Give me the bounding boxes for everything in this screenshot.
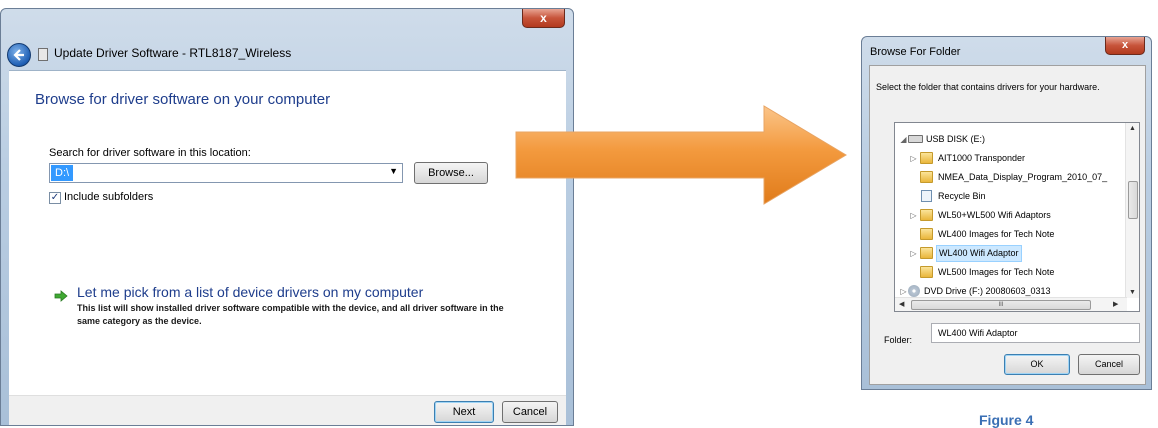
- tree-item-label: WL500 Images for Tech Note: [938, 267, 1055, 277]
- scroll-down-icon[interactable]: ▼: [1129, 289, 1136, 296]
- folder-field[interactable]: WL400 Wifi Adaptor: [931, 323, 1140, 343]
- usb-drive-icon: [908, 135, 923, 143]
- scrollbar-thumb[interactable]: III: [911, 300, 1091, 310]
- expander-icon[interactable]: ▷: [909, 206, 918, 225]
- tree-item-label: AIT1000 Transponder: [938, 153, 1026, 163]
- tree-item-label: NMEA_Data_Display_Program_2010_07_: [938, 172, 1108, 182]
- scroll-right-icon[interactable]: ▶: [1113, 300, 1118, 308]
- folder-icon: [920, 228, 933, 240]
- tree-item-label: WL400 Wifi Adaptor: [936, 245, 1022, 262]
- close-button[interactable]: x: [522, 9, 565, 28]
- cancel-button[interactable]: Cancel: [1078, 354, 1140, 375]
- path-value: D:\: [51, 165, 74, 181]
- search-location-label: Search for driver software in this locat…: [49, 147, 251, 159]
- folder-icon: [920, 171, 933, 183]
- vertical-scrollbar[interactable]: ▲ ▼: [1125, 123, 1139, 298]
- recycle-bin-icon: [921, 190, 932, 202]
- scrollbar-thumb[interactable]: [1128, 181, 1138, 219]
- horizontal-scrollbar[interactable]: ◀ III ▶: [895, 297, 1127, 311]
- folder-icon: [920, 266, 933, 278]
- pick-from-list-description: This list will show installed driver sof…: [77, 303, 504, 326]
- next-button[interactable]: Next: [434, 401, 494, 423]
- back-arrow-icon: [13, 49, 24, 61]
- ok-button[interactable]: OK: [1004, 354, 1070, 375]
- button-bar: Next Cancel: [9, 395, 566, 425]
- folder-tree[interactable]: ◢ USB DISK (E:) ▷ AIT1000 Transponder NM…: [894, 122, 1140, 312]
- dialog-body: Select the folder that contains drivers …: [869, 65, 1146, 385]
- green-arrow-icon: [54, 290, 68, 302]
- content-pane: Browse for driver software on your compu…: [9, 70, 566, 395]
- folder-icon: [920, 209, 933, 221]
- tree-item-label: Recycle Bin: [938, 191, 986, 201]
- dvd-drive-icon: [908, 285, 920, 297]
- dropdown-arrow-icon[interactable]: ▼: [389, 166, 398, 176]
- orange-arrow-icon: [515, 105, 847, 205]
- tree-item-label: WL50+WL500 Wifi Adaptors: [938, 210, 1051, 220]
- window-title: Browse For Folder: [870, 46, 961, 58]
- expander-icon[interactable]: ▷: [909, 149, 918, 168]
- instruction-text: Select the folder that contains drivers …: [876, 82, 1100, 92]
- tree-item-label: WL400 Images for Tech Note: [938, 229, 1055, 239]
- figure-caption: Figure 4: [979, 412, 1034, 428]
- update-driver-window: x Update Driver Software - RTL8187_Wirel…: [0, 8, 574, 426]
- expander-icon[interactable]: ▷: [909, 244, 918, 263]
- cancel-button[interactable]: Cancel: [502, 401, 558, 423]
- browse-button[interactable]: Browse...: [414, 162, 488, 184]
- folder-icon: [920, 152, 933, 164]
- scroll-up-icon[interactable]: ▲: [1129, 125, 1136, 132]
- include-subfolders-label: Include subfolders: [64, 191, 154, 203]
- page-heading: Browse for driver software on your compu…: [35, 91, 331, 108]
- device-icon: [38, 48, 48, 61]
- search-location-combobox[interactable]: D:\ ▼: [49, 163, 403, 183]
- browse-for-folder-window: Browse For Folder x Select the folder th…: [861, 36, 1152, 390]
- window-title: Update Driver Software - RTL8187_Wireles…: [54, 46, 292, 60]
- back-button[interactable]: [7, 43, 31, 67]
- folder-label: Folder:: [884, 335, 913, 345]
- include-subfolders-checkbox[interactable]: ✓: [49, 192, 61, 204]
- folder-icon: [920, 247, 933, 259]
- tree-item-label: USB DISK (E:): [926, 134, 986, 144]
- expander-icon[interactable]: ◢: [899, 130, 908, 149]
- close-button[interactable]: x: [1105, 37, 1145, 55]
- pick-from-list-link[interactable]: Let me pick from a list of device driver…: [77, 284, 423, 300]
- scroll-left-icon[interactable]: ◀: [899, 300, 904, 308]
